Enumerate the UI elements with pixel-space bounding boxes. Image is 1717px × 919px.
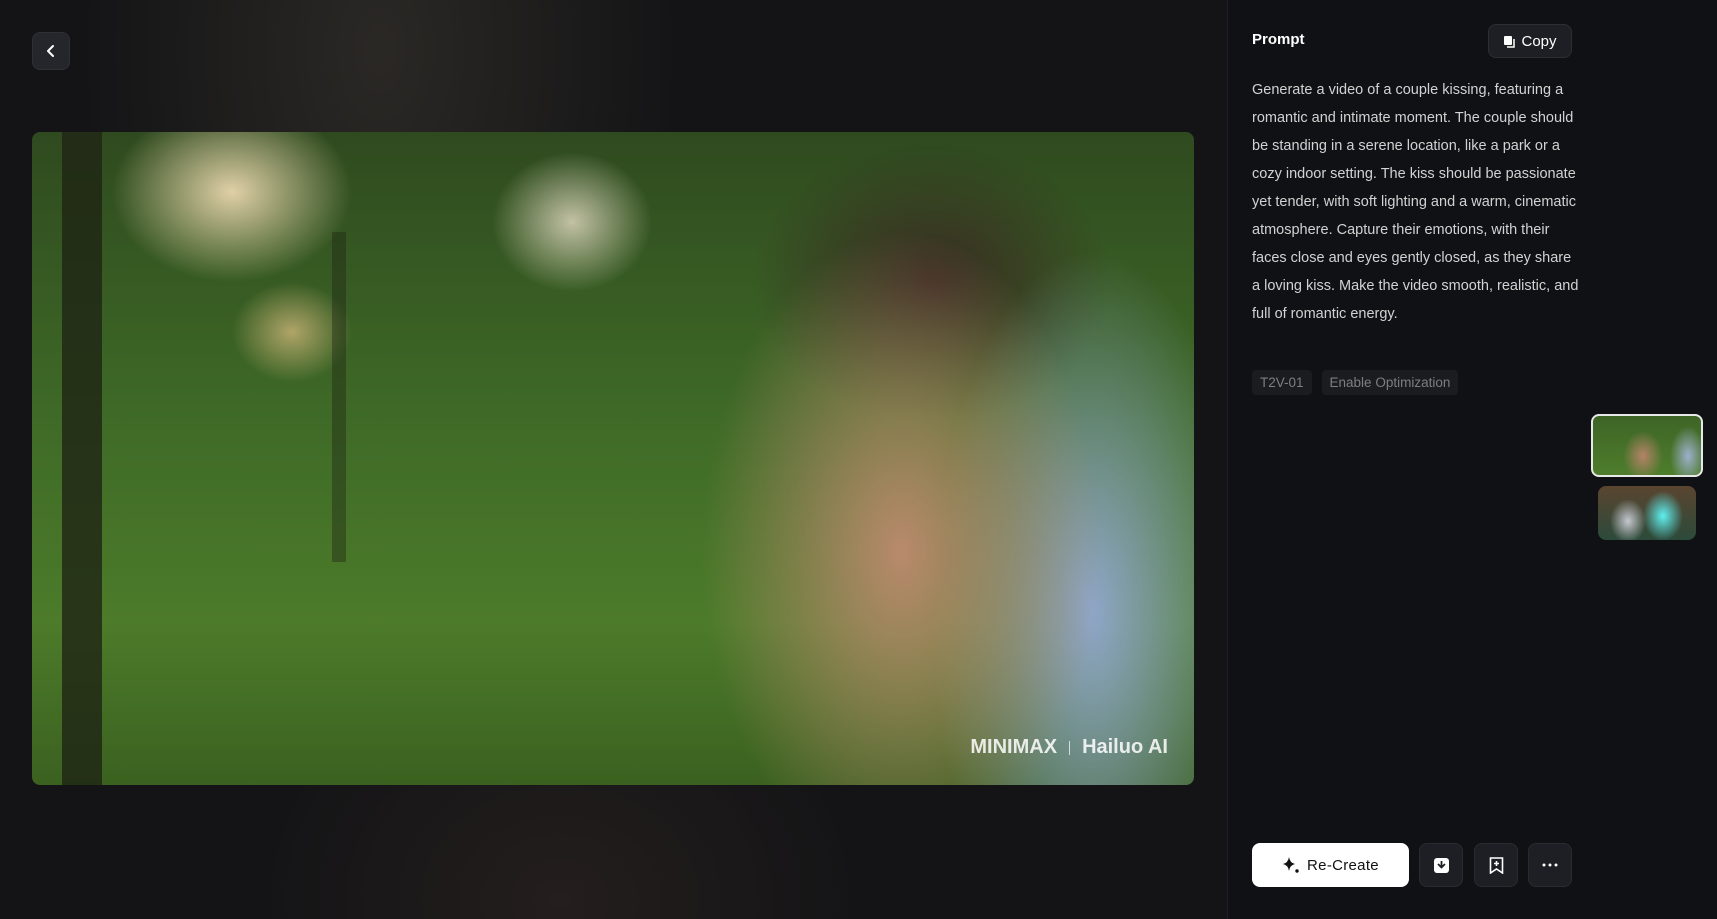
recreate-label: Re-Create <box>1307 856 1379 874</box>
bookmark-button[interactable] <box>1474 843 1518 887</box>
divider <box>1227 0 1228 919</box>
more-icon <box>1542 863 1558 867</box>
minimax-logo: MINIMAX <box>970 736 1058 758</box>
model-tag: T2V-01 <box>1252 370 1312 395</box>
chevron-left-icon <box>47 45 54 57</box>
thumbnail-selected[interactable] <box>1591 414 1703 477</box>
sparkle-icon <box>1283 857 1299 873</box>
recreate-button[interactable]: Re-Create <box>1252 843 1409 887</box>
copy-button[interactable]: Copy <box>1488 24 1572 58</box>
prompt-title: Prompt <box>1252 31 1305 48</box>
prompt-text: Generate a video of a couple kissing, fe… <box>1252 82 1579 322</box>
thumbnail[interactable] <box>1598 486 1696 540</box>
hailuo-logo: Hailuo AI <box>1082 736 1168 758</box>
back-button[interactable] <box>32 32 70 70</box>
optimization-tag: Enable Optimization <box>1321 370 1459 395</box>
more-button[interactable] <box>1528 843 1572 887</box>
watermark: MINIMAX Hailuo AI <box>970 736 1168 759</box>
download-icon <box>1433 857 1449 873</box>
copy-icon <box>1504 35 1516 48</box>
video-player[interactable]: MINIMAX Hailuo AI <box>32 132 1194 785</box>
bookmark-add-icon <box>1489 856 1503 874</box>
tag-list: T2V-01 Enable Optimization <box>1252 370 1459 395</box>
copy-label: Copy <box>1521 32 1557 50</box>
download-button[interactable] <box>1419 843 1463 887</box>
